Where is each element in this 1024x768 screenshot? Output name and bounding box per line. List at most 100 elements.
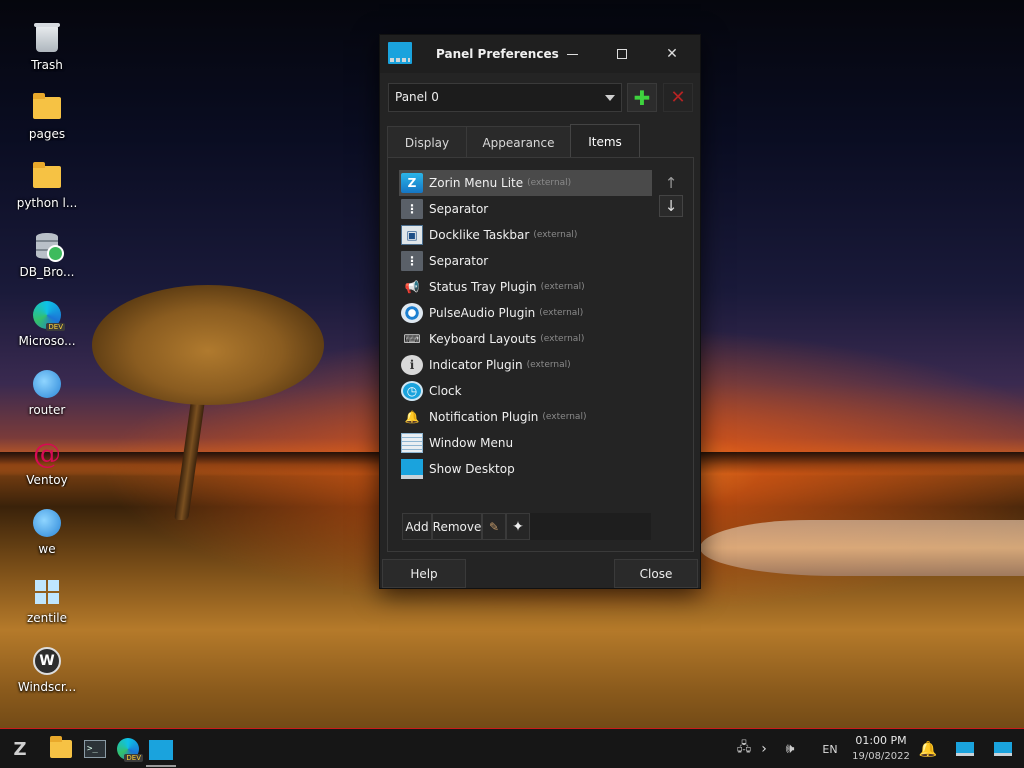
item-name: Docklike Taskbar [429, 228, 530, 242]
megaphone-icon: 📢 [404, 280, 420, 294]
separator-icon: ⋮ [401, 251, 423, 271]
workspace-icon [994, 742, 1012, 756]
list-item-docklike-taskbar[interactable]: ▣ Docklike Taskbar (external) [399, 222, 652, 248]
add-panel-button[interactable]: ✚ [627, 83, 657, 112]
item-name: Status Tray Plugin [429, 280, 537, 294]
desktop-icon-db-browser[interactable]: DB_Bro... [12, 231, 82, 293]
desktop-icon-label: we [38, 542, 56, 556]
taskbar-file-manager[interactable] [48, 735, 74, 763]
desktop-icon-microsoft-edge[interactable]: Microso... [12, 300, 82, 362]
volume-icon: 🕪 [785, 741, 795, 757]
zorin-logo-icon: Z [13, 738, 27, 760]
desktop-icon-python[interactable]: python l... [12, 162, 82, 224]
panel-select[interactable]: Panel 0 [388, 83, 622, 112]
keyboard-layout-indicator[interactable]: EN [818, 735, 842, 763]
list-item-show-desktop[interactable]: Show Desktop [399, 456, 652, 482]
item-name: Indicator Plugin [429, 358, 523, 372]
item-name: Clock [429, 384, 462, 398]
sparkle-icon: ✦ [512, 518, 524, 535]
panel-app-icon [388, 42, 412, 64]
item-name: Show Desktop [429, 462, 515, 476]
zorin-menu-button[interactable]: Z [6, 735, 34, 763]
item-name: Zorin Menu Lite [429, 176, 524, 190]
desktop-icon-label: Windscr... [17, 680, 77, 694]
list-item-separator[interactable]: ⋮ Separator [399, 248, 652, 274]
about-item-button[interactable]: ✦ [506, 513, 530, 540]
close-button[interactable]: Close [614, 559, 698, 588]
desktop-icon-trash[interactable]: Trash [12, 23, 82, 86]
list-item-status-tray-plugin[interactable]: 📢 Status Tray Plugin (external) [399, 274, 652, 300]
tab-items[interactable]: Items [570, 124, 640, 158]
windows-logo-icon [32, 577, 62, 607]
item-name: Separator [429, 202, 489, 216]
move-down-button[interactable]: ↓ [659, 195, 683, 217]
desktop-icon-label: python l... [16, 196, 78, 210]
dialog-titlebar[interactable]: Panel Preferences ✕ [380, 35, 700, 73]
list-item-notification-plugin[interactable]: 🔔 Notification Plugin (external) [399, 404, 652, 430]
info-icon: i [401, 355, 423, 375]
item-external-tag: (external) [526, 360, 571, 370]
desktop-icon-we[interactable]: we [12, 508, 82, 570]
remove-item-button[interactable]: Remove [432, 513, 482, 540]
speaker-icon [401, 303, 423, 323]
arrow-down-icon: ↓ [664, 197, 678, 215]
help-button[interactable]: Help [382, 559, 466, 588]
desktop-icon-router[interactable]: router [12, 369, 82, 431]
list-item-zorin-menu-lite[interactable]: Z Zorin Menu Lite (external) [399, 170, 652, 196]
show-desktop-tray-button[interactable] [954, 735, 976, 763]
wallpaper-lake [700, 520, 1024, 576]
preferences-tabs: Display Appearance Items [387, 124, 640, 158]
volume-tray-button[interactable]: 🕪 [778, 735, 802, 763]
desktop-icon-pages[interactable]: pages [12, 93, 82, 155]
tray-expand-button[interactable]: › [758, 735, 770, 763]
window-close-button[interactable]: ✕ [652, 39, 692, 69]
clock-icon: ◷ [401, 381, 423, 401]
wallpaper-tree-canopy [92, 285, 324, 405]
database-icon [32, 231, 64, 262]
folder-icon [50, 736, 72, 758]
desktop-icon-label: DB_Bro... [19, 265, 75, 279]
network-icon: 🖧 [736, 740, 752, 755]
items-toolbar: Add Remove ✎ ✦ [402, 513, 651, 540]
items-panel: Z Zorin Menu Lite (external) ⋮ Separator… [387, 157, 694, 552]
move-up-button[interactable]: ↑ [659, 172, 683, 194]
list-item-pulseaudio-plugin[interactable]: PulseAudio Plugin (external) [399, 300, 652, 326]
clock-time: 01:00 PM [855, 734, 907, 747]
desktop-icon-ventoy[interactable]: @ Ventoy [12, 439, 82, 501]
edit-icon: ✎ [488, 519, 500, 534]
desktop-icon-windscribe[interactable]: W Windscr... [12, 646, 82, 708]
remove-panel-button[interactable]: ✕ [663, 83, 693, 112]
list-item-window-menu[interactable]: Window Menu [399, 430, 652, 456]
taskbar-panel-preferences[interactable] [146, 735, 176, 767]
desktop-icon-zentile[interactable]: zentile [12, 577, 82, 639]
add-item-button[interactable]: Add [402, 513, 432, 540]
minimize-button[interactable] [552, 39, 592, 69]
panel-select-value: Panel 0 [395, 90, 439, 104]
item-external-tag: (external) [539, 308, 584, 318]
zorin-menu-icon: Z [401, 173, 423, 193]
minimize-icon [566, 53, 578, 55]
taskbar-terminal[interactable]: >_ [82, 735, 108, 763]
workspace-tray-button[interactable] [992, 735, 1014, 763]
folder-icon [32, 93, 62, 123]
edit-item-button[interactable]: ✎ [482, 513, 506, 540]
bell-icon: 🔔 [918, 740, 938, 758]
list-item-indicator-plugin[interactable]: i Indicator Plugin (external) [399, 352, 652, 378]
item-external-tag: (external) [540, 334, 585, 344]
tab-display[interactable]: Display [387, 126, 467, 158]
tab-appearance[interactable]: Appearance [466, 126, 571, 158]
list-item-separator[interactable]: ⋮ Separator [399, 196, 652, 222]
taskbar-clock[interactable]: 01:00 PM 19/08/2022 [846, 733, 916, 764]
taskbar-edge-dev[interactable] [114, 735, 144, 763]
notifications-button[interactable]: 🔔 [918, 735, 938, 763]
taskbar-icon: ▣ [401, 225, 423, 245]
list-item-clock[interactable]: ◷ Clock [399, 378, 652, 404]
network-tray-button[interactable]: 🖧 [734, 735, 754, 763]
chevron-right-icon: › [761, 741, 767, 757]
plus-icon: ✚ [633, 85, 651, 110]
item-external-tag: (external) [542, 412, 587, 422]
maximize-button[interactable] [602, 39, 642, 69]
item-external-tag: (external) [533, 230, 578, 240]
show-desktop-icon [956, 742, 974, 756]
list-item-keyboard-layouts[interactable]: ⌨ Keyboard Layouts (external) [399, 326, 652, 352]
